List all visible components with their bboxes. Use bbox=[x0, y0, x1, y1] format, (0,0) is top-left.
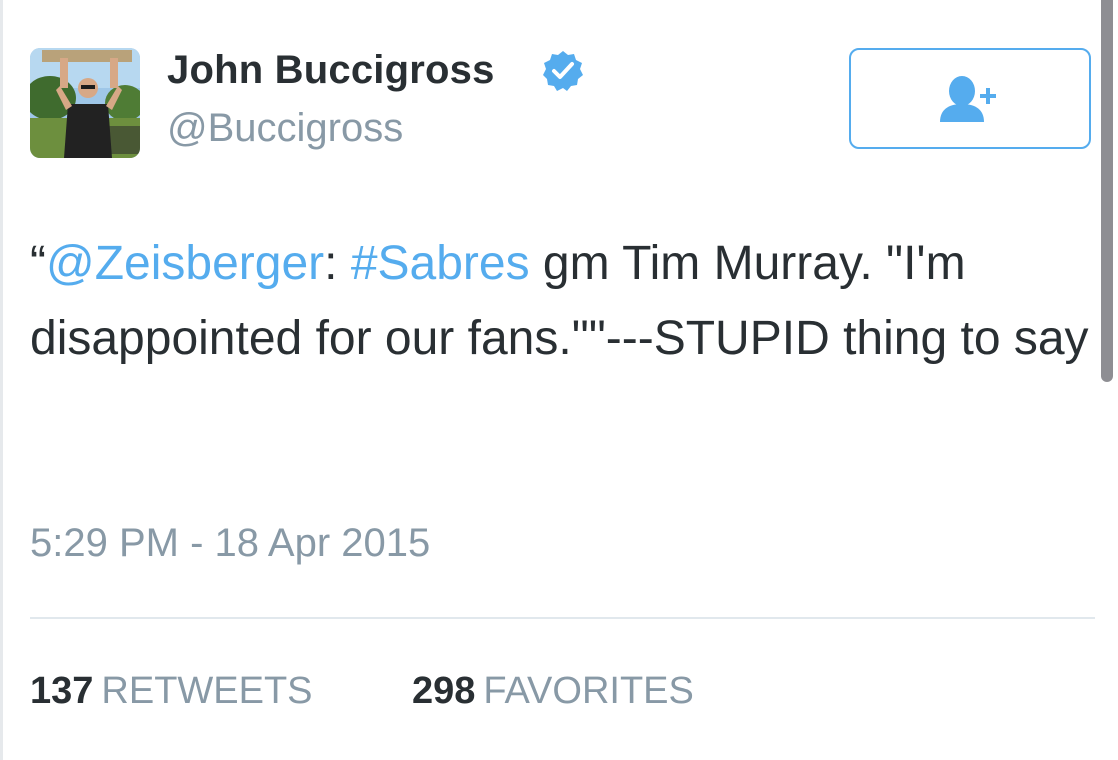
author-display-name[interactable]: John Buccigross bbox=[167, 48, 495, 93]
avatar-photo bbox=[30, 48, 140, 158]
favorites-label: FAVORITES bbox=[483, 670, 694, 712]
tweet-timestamp[interactable]: 5:29 PM - 18 Apr 2015 bbox=[30, 521, 430, 566]
mention-link[interactable]: @Zeisberger bbox=[46, 237, 324, 290]
hashtag-link[interactable]: #Sabres bbox=[351, 237, 530, 290]
open-quote: “ bbox=[30, 237, 46, 290]
favorites-count: 298 bbox=[412, 670, 476, 712]
avatar[interactable] bbox=[30, 48, 140, 158]
tweet-text: “@Zeisberger: #Sabres gm Tim Murray. "I'… bbox=[30, 226, 1090, 376]
retweets-count: 137 bbox=[30, 670, 94, 712]
retweets-label: RETWEETS bbox=[101, 670, 313, 712]
text-colon: : bbox=[324, 237, 351, 290]
tweet-detail-screen: John Buccigross @Buccigross “@Zeisberger… bbox=[0, 0, 1118, 760]
divider bbox=[30, 617, 1095, 619]
verified-badge-icon bbox=[543, 51, 583, 91]
follow-button[interactable] bbox=[849, 48, 1091, 149]
retweets-stat[interactable]: 137 RETWEETS bbox=[30, 670, 313, 713]
left-edge-border bbox=[0, 0, 3, 760]
author-handle[interactable]: @Buccigross bbox=[167, 106, 403, 151]
scrollbar[interactable] bbox=[1101, 0, 1113, 382]
favorites-stat[interactable]: 298 FAVORITES bbox=[412, 670, 694, 713]
add-user-icon bbox=[940, 75, 996, 122]
